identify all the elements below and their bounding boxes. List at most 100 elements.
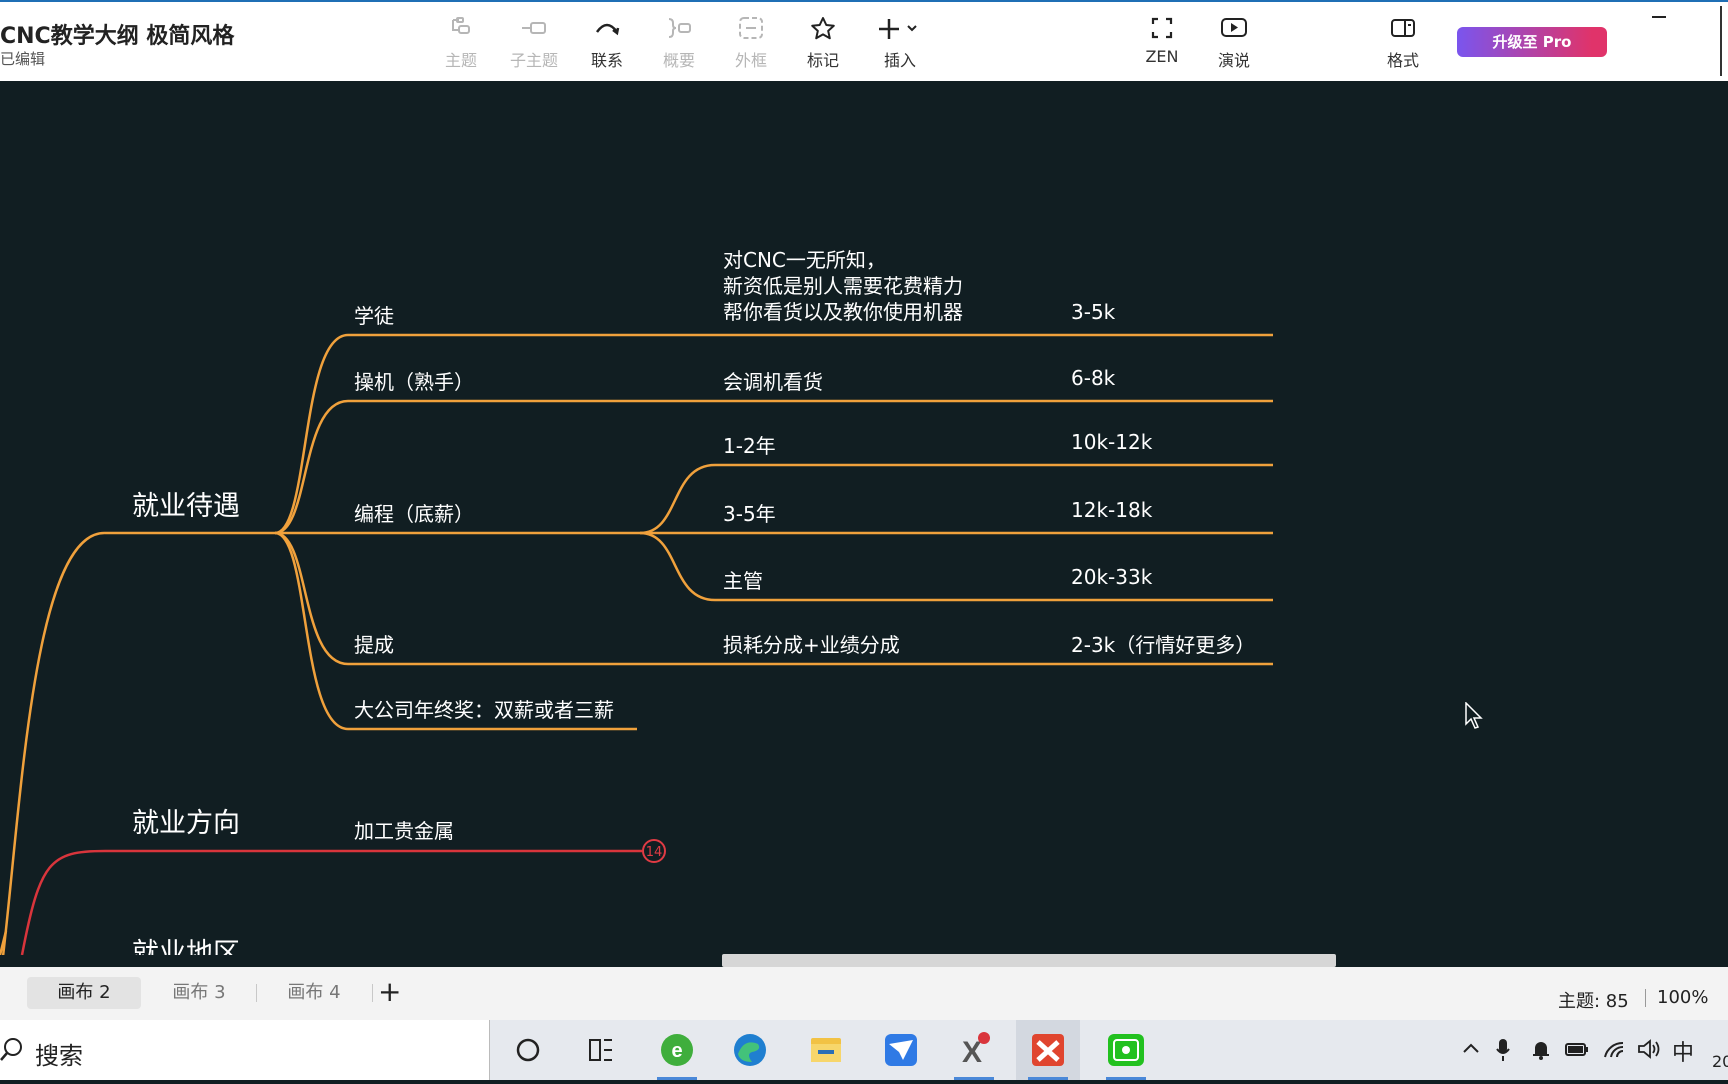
feishu-icon	[885, 1034, 917, 1066]
subtopic-icon	[502, 16, 566, 46]
green-app-icon	[1108, 1034, 1144, 1066]
add-sheet-button[interactable]: +	[378, 976, 401, 1008]
zoom-level[interactable]: 100%	[1657, 987, 1708, 1008]
topic-employment-region[interactable]: 就业地区	[132, 931, 240, 955]
taskbar-app-feishu[interactable]	[869, 1020, 933, 1080]
topic-count: 主题: 85	[1558, 991, 1629, 1012]
salary-3-5y[interactable]: 12k-18k	[1071, 498, 1152, 522]
document-title[interactable]: CNC教学大纲 极简风格	[0, 18, 234, 50]
file-explorer-icon	[811, 1038, 841, 1062]
tab-divider	[372, 984, 373, 1002]
topic-operator[interactable]: 操机（熟手）	[354, 366, 474, 395]
sheet-tab-4[interactable]: 画布 4	[257, 977, 371, 1009]
zen-button[interactable]: ZEN	[1130, 16, 1194, 72]
branch-line-commission	[274, 531, 349, 666]
task-view-icon	[589, 1039, 612, 1061]
topic-programmer-manager[interactable]: 主管	[723, 565, 763, 594]
branch-line-root-benefits	[1, 531, 106, 955]
relationship-curve-icon	[575, 16, 639, 46]
upgrade-pro-button[interactable]: 升级至 Pro	[1457, 27, 1607, 57]
topic-button[interactable]: 主题	[429, 16, 493, 72]
tray-expand-chevron-icon[interactable]	[1461, 1038, 1481, 1065]
taskbar-app-green[interactable]	[1094, 1020, 1158, 1080]
salary-operator[interactable]: 6-8k	[1071, 366, 1115, 390]
status-divider	[1645, 989, 1646, 1007]
taskbar-search-box[interactable]: 搜索	[0, 1020, 490, 1080]
task-view-button[interactable]	[568, 1020, 632, 1080]
edge-icon	[734, 1034, 766, 1066]
sheet-tab-3[interactable]: 画布 3	[142, 977, 256, 1009]
document-status: 已编辑	[0, 50, 46, 68]
topic-operator-detail[interactable]: 会调机看货	[723, 366, 823, 395]
taskbar-app-edge[interactable]	[718, 1020, 782, 1080]
notification-bell-icon[interactable]	[1531, 1038, 1551, 1065]
branch-line-root-direction	[20, 849, 106, 955]
xmind-icon	[1032, 1034, 1064, 1066]
window-edge	[1720, 6, 1728, 76]
branch-line-1-2y	[639, 463, 716, 535]
microphone-icon[interactable]	[1495, 1038, 1511, 1067]
topic-employment-direction[interactable]: 就业方向	[132, 801, 240, 840]
topic-employment-benefits[interactable]: 就业待遇	[132, 484, 240, 523]
branch-line-operator	[274, 399, 349, 535]
taskbar-app-xmind[interactable]	[1016, 1020, 1080, 1080]
salary-manager[interactable]: 20k-33k	[1071, 565, 1152, 589]
salary-apprentice[interactable]: 3-5k	[1071, 300, 1115, 324]
present-button[interactable]: 演说	[1202, 16, 1266, 72]
boundary-button[interactable]: 外框	[719, 16, 783, 72]
salary-commission[interactable]: 2-3k（行情好更多）	[1071, 629, 1255, 658]
play-icon	[1202, 16, 1266, 46]
branch-line-bonus	[274, 531, 349, 731]
horizontal-scrollbar[interactable]	[722, 954, 1336, 967]
topic-apprentice-detail[interactable]: 对CNC一无所知， 新资低是别人需要花费精力 帮你看货以及教你使用机器	[723, 247, 963, 325]
summary-button[interactable]: 概要	[647, 16, 711, 72]
topic-icon	[429, 16, 493, 46]
collapsed-count-badge[interactable]: 14	[642, 839, 666, 863]
taskbar-app-file-explorer[interactable]	[794, 1020, 858, 1080]
plus-icon	[868, 16, 932, 46]
360-browser-icon: e	[661, 1034, 693, 1066]
star-icon	[791, 16, 855, 46]
windows-taskbar: 搜索 e X 中 20	[0, 1020, 1728, 1080]
fullscreen-icon	[1130, 16, 1194, 46]
topic-apprentice[interactable]: 学徒	[354, 300, 394, 329]
boundary-icon	[719, 16, 783, 46]
search-placeholder: 搜索	[35, 1042, 83, 1070]
svg-text:e: e	[671, 1040, 682, 1062]
window-minimize-button[interactable]	[1652, 16, 1666, 30]
cortana-circle-icon	[516, 1038, 540, 1062]
marker-button[interactable]: 标记	[791, 16, 855, 72]
battery-icon[interactable]	[1565, 1038, 1589, 1065]
insert-button[interactable]: 插入	[868, 16, 932, 72]
volume-icon[interactable]	[1637, 1038, 1661, 1065]
taskbar-app-xshell[interactable]: X	[942, 1020, 1006, 1080]
summary-bracket-icon	[647, 16, 711, 46]
taskbar-app-360-browser[interactable]: e	[645, 1020, 709, 1080]
system-clock[interactable]: 20	[1712, 1052, 1728, 1071]
relationship-button[interactable]: 联系	[575, 16, 639, 72]
branch-line-apprentice	[274, 333, 349, 535]
topic-precious-metal[interactable]: 加工贵金属	[354, 815, 454, 844]
topic-commission[interactable]: 提成	[354, 629, 394, 658]
sheet-tab-2[interactable]: 画布 2	[27, 977, 141, 1009]
branch-lines	[0, 333, 1273, 955]
input-method-indicator[interactable]: 中	[1672, 1035, 1694, 1067]
branch-line-manager	[639, 531, 716, 602]
cortana-button[interactable]	[496, 1020, 560, 1080]
topic-year-end-bonus[interactable]: 大公司年终奖：双薪或者三薪	[354, 694, 614, 723]
topic-programmer-3-5y[interactable]: 3-5年	[723, 498, 776, 527]
search-icon	[0, 1038, 22, 1061]
format-button[interactable]: 格式	[1371, 16, 1435, 72]
panel-icon	[1371, 16, 1435, 46]
top-toolbar: CNC教学大纲 极简风格 已编辑 主题 子主题 联系 概要 外框 标记 插入 Z…	[0, 0, 1728, 81]
mouse-cursor-icon	[1465, 702, 1483, 729]
wifi-icon[interactable]	[1603, 1038, 1625, 1065]
subtopic-button[interactable]: 子主题	[502, 16, 566, 72]
xshell-icon: X	[962, 1032, 990, 1069]
salary-1-2y[interactable]: 10k-12k	[1071, 430, 1152, 454]
topic-programmer[interactable]: 编程（底薪）	[354, 498, 474, 527]
sheet-tab-bar: 画布 2 画布 3 画布 4 + 主题: 85 100%	[0, 967, 1728, 1020]
topic-programmer-1-2y[interactable]: 1-2年	[723, 430, 776, 459]
topic-commission-detail[interactable]: 损耗分成+业绩分成	[723, 629, 900, 658]
mindmap-canvas[interactable]: 就业待遇 就业方向 就业地区 学徒 操机（熟手） 编程（底薪） 提成 大公司年终…	[0, 81, 1728, 955]
